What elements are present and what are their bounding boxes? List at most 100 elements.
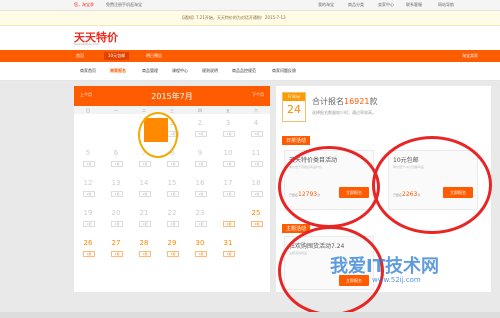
nav-home[interactable]: 首页 xyxy=(76,53,84,59)
calendar-day[interactable]: 9 2报 xyxy=(186,146,214,168)
service-link[interactable]: 联系客服 xyxy=(406,2,422,8)
weekday-label: 四 xyxy=(198,108,202,113)
calendar-day[interactable]: 4 2报 xyxy=(242,116,270,138)
calendar-day[interactable]: 30 2报 xyxy=(186,236,214,258)
calendar-day[interactable]: 20 2报 xyxy=(102,206,130,228)
annotation-circle xyxy=(372,136,492,234)
calendar-day[interactable]: 23 2报 xyxy=(186,206,214,228)
day-tag: 2报 xyxy=(139,161,151,167)
day-tag: 2报 xyxy=(83,251,95,257)
calendar-header: 上个月 2015年7月 下个月 xyxy=(74,86,270,106)
site-nav-link[interactable]: 网站导航 xyxy=(438,2,454,8)
day-tag: 2报 xyxy=(167,191,179,197)
calendar-day[interactable]: 3 2报 xyxy=(214,116,242,138)
day-tag: 2报 xyxy=(111,161,123,167)
subnav-seller-home[interactable]: 商家首页 xyxy=(80,68,96,74)
calendar-day[interactable]: 6 2报 xyxy=(102,146,130,168)
bottom-scrollbar[interactable] xyxy=(0,312,500,318)
total-unit: 款 xyxy=(369,97,378,106)
day-number: 10 xyxy=(223,149,233,157)
nav-tomorrow[interactable]: 明日预告 xyxy=(146,53,162,59)
day-number: 4 xyxy=(253,119,259,127)
day-tag: 2报 xyxy=(251,161,263,167)
day-tag: 2报 xyxy=(111,251,123,257)
calendar-day[interactable]: 10 2报 xyxy=(214,146,242,168)
category-link[interactable]: 商品分类 xyxy=(348,2,364,8)
calendar-day[interactable]: 15 2报 xyxy=(158,176,186,198)
subnav-feedback[interactable]: 商家问题反馈 xyxy=(272,68,296,74)
calendar-day[interactable]: 13 2报 xyxy=(102,176,130,198)
user-menu[interactable]: 淘宝卖家 xyxy=(462,53,478,59)
calendar-day[interactable]: 5 2报 xyxy=(74,146,102,168)
day-number: 28 xyxy=(139,239,149,247)
calendar-day[interactable]: 27 2报 xyxy=(102,236,130,258)
calendar-day[interactable]: 11 2报 xyxy=(242,146,270,168)
watermark-text: 我爱IT技术网 xyxy=(330,256,439,277)
day-number: 17 xyxy=(223,179,233,187)
calendar-day[interactable]: 21 2报 xyxy=(130,206,158,228)
weekday-label: 一 xyxy=(114,108,118,113)
day-tag: 2报 xyxy=(223,251,235,257)
day-number: 18 xyxy=(251,179,261,187)
day-number: 29 xyxy=(167,239,177,247)
calendar-title: 2015年7月 xyxy=(151,92,193,101)
next-month-button[interactable]: 下个月 xyxy=(252,92,264,98)
notice-text[interactable]: 【通知】7.21开始，天天特价的为对话开通啦！2015-7-13 xyxy=(180,15,286,21)
total-signups: 合计报名16921款 xyxy=(312,96,377,107)
nav-10yuan[interactable]: 10元包邮 xyxy=(104,52,130,60)
header: 天天特价 tejia.taobao.com xyxy=(0,26,500,50)
calendar-day[interactable]: 14 2报 xyxy=(130,176,158,198)
calendar-day[interactable]: 25 2报 xyxy=(242,206,270,228)
day-tag: 2报 xyxy=(111,221,123,227)
day-number: 13 xyxy=(111,179,121,187)
day-number: 5 xyxy=(85,149,91,157)
calendar-day-today[interactable]: 24 2报 xyxy=(214,206,242,228)
calendar-day[interactable]: 29 2报 xyxy=(158,236,186,258)
my-taobao-link[interactable]: 我的淘宝 xyxy=(318,2,334,8)
calendar-day[interactable]: 17 2报 xyxy=(214,176,242,198)
day-tag: 2报 xyxy=(139,191,151,197)
day-tag: 2报 xyxy=(111,191,123,197)
day-number: 6 xyxy=(113,149,119,157)
day-tag: 2报 xyxy=(251,131,263,137)
seller-center-link[interactable]: 卖家中心 xyxy=(378,2,394,8)
subnav-rules[interactable]: 规则说明 xyxy=(202,68,218,74)
subnav-products[interactable]: 商品管理 xyxy=(142,68,158,74)
calendar-day[interactable]: 2 2报 xyxy=(186,116,214,138)
calendar-day[interactable]: 26 2报 xyxy=(74,236,102,258)
calendar-day[interactable]: 12 2报 xyxy=(74,176,102,198)
calendar-day[interactable]: 18 2报 xyxy=(242,176,270,198)
weekday-label: 六 xyxy=(254,108,258,113)
day-number: 25 xyxy=(251,209,261,217)
day-number: 24 xyxy=(223,209,233,217)
calendar-day[interactable]: 16 2报 xyxy=(186,176,214,198)
day-tag: 2报 xyxy=(195,131,207,137)
day-tag: 2报 xyxy=(223,221,235,227)
subnav-quality[interactable]: 商品品控规范 xyxy=(232,68,256,74)
top-bar: 您，淘宝季 免费注册 手机逛淘宝 我的淘宝 商品分类 卖家中心 联系客服 网站导… xyxy=(0,0,500,11)
calendar-day[interactable]: 22 2报 xyxy=(158,206,186,228)
subnav-signup[interactable]: 商家报名 xyxy=(110,68,126,74)
mobile-link[interactable]: 手机逛淘宝 xyxy=(122,2,142,8)
day-number: 19 xyxy=(83,209,93,217)
weekday-row: 日 一 二 三 四 五 六 xyxy=(74,106,270,114)
day-tag: 2报 xyxy=(139,221,151,227)
day-number: 20 xyxy=(111,209,121,217)
calendar-day[interactable]: 19 2报 xyxy=(74,206,102,228)
day-number: 9 xyxy=(197,149,203,157)
day-number: 21 xyxy=(139,209,149,217)
subnav-courses[interactable]: 课程中心 xyxy=(172,68,188,74)
sub-nav: 商家首页 商家报名 商品管理 课程中心 规则说明 商品品控规范 商家问题反馈 xyxy=(0,62,500,81)
day-number: 14 xyxy=(139,179,149,187)
day-number: 30 xyxy=(195,239,205,247)
calendar-day[interactable]: 28 2报 xyxy=(130,236,158,258)
day-tag: 2报 xyxy=(223,161,235,167)
day-tag: 2报 xyxy=(251,191,263,197)
register-link[interactable]: 免费注册 xyxy=(106,2,122,8)
day-tag: 2报 xyxy=(167,251,179,257)
total-count: 16921 xyxy=(344,97,370,106)
greeting-link[interactable]: 您，淘宝季 xyxy=(74,2,94,8)
calendar-day[interactable]: 31 2报 xyxy=(214,236,242,258)
annotation-circle xyxy=(138,112,178,158)
day-tag: 2报 xyxy=(195,191,207,197)
